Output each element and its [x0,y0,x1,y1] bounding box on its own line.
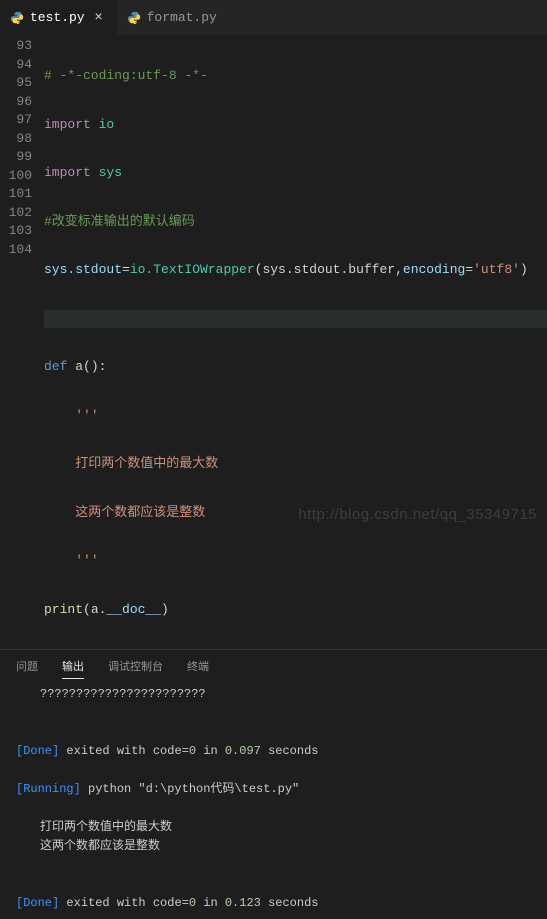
close-icon[interactable]: × [91,10,107,26]
output-line: [Done] exited with code=0 in 0.123 secon… [16,894,531,913]
line-numbers: 939495 969798 99100101 102103104 [0,37,44,649]
code-content: # -*-coding:utf-8 -*- import io import s… [44,37,547,649]
panel-tab-debug[interactable]: 调试控制台 [108,658,163,679]
panel-tabs: 问题 输出 调试控制台 终端 [0,649,547,679]
output-panel[interactable]: ??????????????????????? [Done] exited wi… [0,679,547,919]
output-line: [Running] python "d:\python代码\test.py" [16,780,531,799]
editor-tabs: test.py × format.py [0,0,547,35]
output-line: [Done] exited with code=0 in 0.097 secon… [16,742,531,761]
panel-tab-terminal[interactable]: 终端 [187,658,209,679]
output-line: 打印两个数值中的最大数 [16,818,531,837]
tab-label: format.py [147,10,217,25]
panel-tab-output[interactable]: 输出 [62,658,84,679]
output-line: 这两个数都应该是整数 [16,837,531,856]
python-icon [127,11,141,25]
tab-label: test.py [30,10,85,25]
tab-test-py[interactable]: test.py × [0,0,117,35]
output-line: ??????????????????????? [16,685,531,704]
panel-tab-problems[interactable]: 问题 [16,658,38,679]
tab-format-py[interactable]: format.py [117,0,227,35]
code-editor[interactable]: 939495 969798 99100101 102103104 # -*-co… [0,35,547,649]
watermark: http://blog.csdn.net/qq_35349715 [298,506,537,523]
python-icon [10,11,24,25]
